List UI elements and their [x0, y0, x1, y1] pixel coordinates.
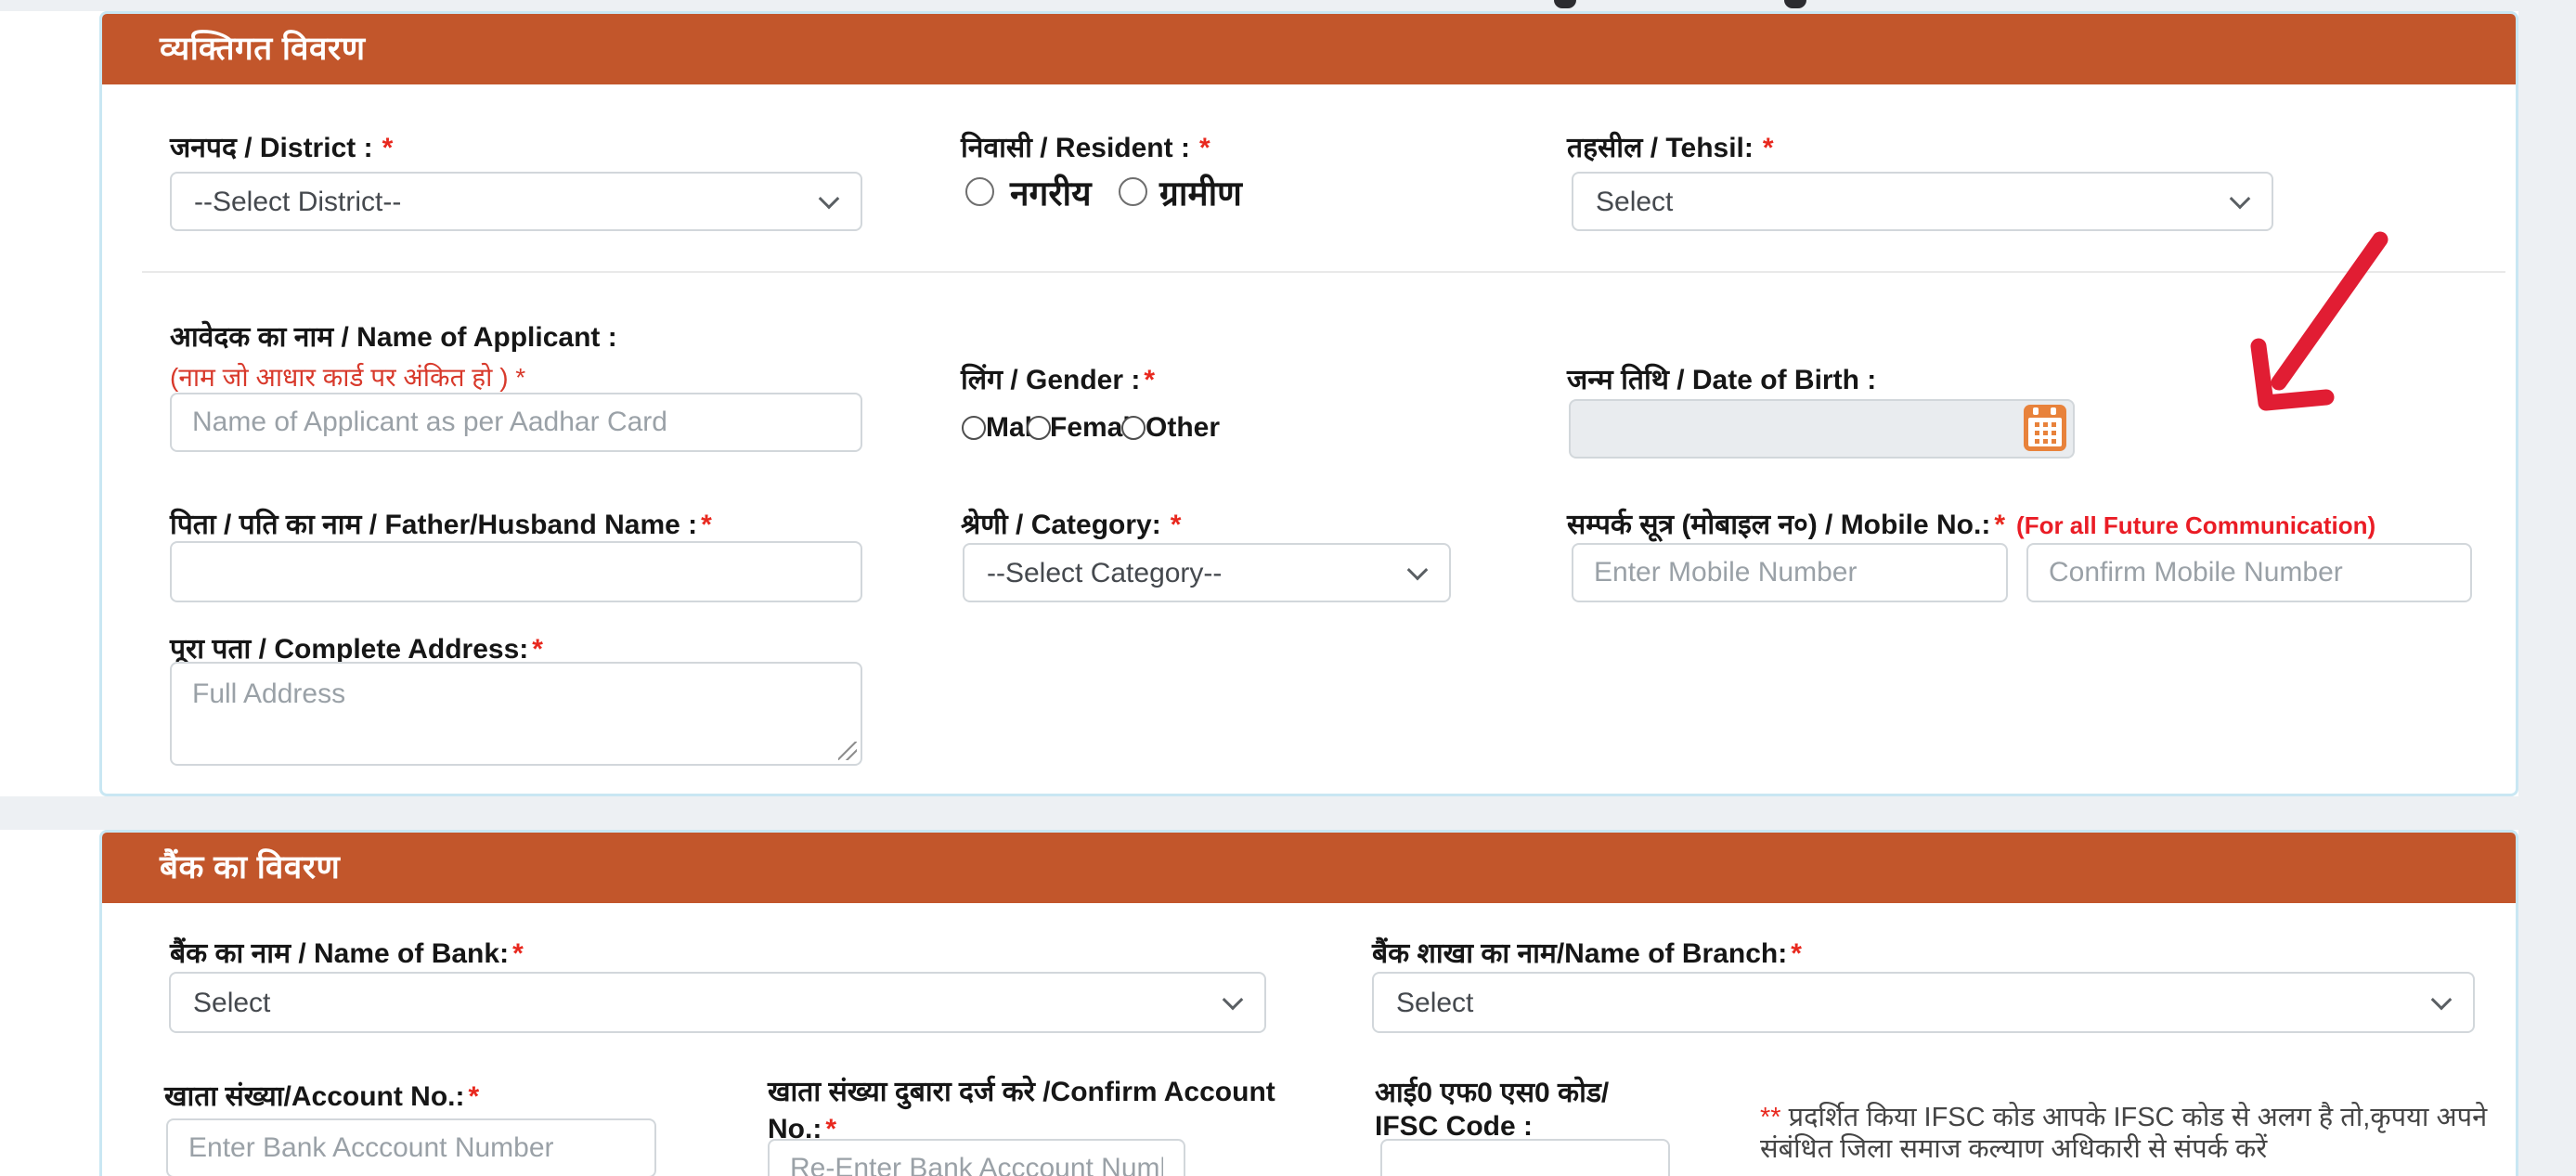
- gender-radio-male[interactable]: [962, 416, 986, 440]
- gender-label: लिंग / Gender : *: [961, 365, 1156, 395]
- gender-radio-other[interactable]: [1121, 416, 1146, 440]
- bank-name-select-wrap: Select: [169, 972, 1266, 1033]
- ifsc-mismatch-note: ** प्रदर्शित किया IFSC कोड आपके IFSC कोड…: [1760, 1102, 2566, 1165]
- required-asterisk: *: [512, 938, 524, 969]
- address-textarea[interactable]: [170, 662, 862, 766]
- applicant-name-label: आवेदक का नाम / Name of Applicant :: [170, 322, 617, 353]
- confirm-account-number-label: खाता संख्या दुबारा दर्ज करे /Confirm Acc…: [768, 1077, 1275, 1144]
- branch-name-select-wrap: Select: [1372, 972, 2475, 1033]
- applicant-name-input[interactable]: [170, 393, 862, 452]
- tehsil-select[interactable]: Select: [1572, 172, 2273, 231]
- required-asterisk: *: [1994, 510, 2006, 540]
- bank-details-header: बैंक का विवरण: [102, 833, 2516, 903]
- bank-name-select[interactable]: Select: [169, 972, 1266, 1033]
- section-gap-strip: [0, 796, 2576, 830]
- gender-radio-female[interactable]: [1027, 416, 1051, 440]
- required-asterisk: *: [1144, 365, 1156, 395]
- mobile-label: सम्पर्क सूत्र (मोबाइल न०) / Mobile No.: *…: [1567, 510, 2376, 540]
- required-asterisk: *: [1170, 510, 1182, 540]
- dob-input[interactable]: [1569, 399, 2075, 459]
- gender-other-label[interactable]: Other: [1146, 412, 1220, 444]
- father-husband-label: पिता / पति का नाम / Father/Husband Name …: [170, 510, 712, 540]
- resident-label: निवासी / Resident : *: [961, 133, 1210, 163]
- district-label: जनपद / District : *: [170, 133, 394, 163]
- required-asterisk: *: [1762, 133, 1774, 163]
- ifsc-code-label-hindi: आई0 एफ0 एस0 कोड/: [1375, 1078, 1610, 1108]
- father-husband-name-input[interactable]: [170, 541, 862, 602]
- address-label: पूरा पता / Complete Address: *: [170, 634, 543, 665]
- tehsil-select-wrap: Select: [1572, 172, 2273, 231]
- aadhar-name-note: (नाम जो आधार कार्ड पर अंकित हो ) *: [170, 363, 526, 392]
- personal-details-section: व्यक्तिगत विवरण जनपद / District : * --Sel…: [99, 11, 2518, 796]
- required-asterisk: *: [1198, 133, 1210, 163]
- mobile-communication-note: (For all Future Communication): [2016, 511, 2376, 539]
- category-label: श्रेणी / Category: *: [961, 510, 1182, 540]
- ifsc-code-input[interactable]: [1380, 1139, 1670, 1176]
- confirm-mobile-number-input[interactable]: [2026, 543, 2472, 602]
- branch-name-label: बैंक शाखा का नाम/Name of Branch: *: [1372, 938, 1802, 969]
- personal-details-title: व्यक्तिगत विवरण: [160, 31, 366, 67]
- bank-details-section: बैंक का विवरण बैंक का नाम / Name of Bank…: [99, 830, 2518, 1176]
- top-background-strip: [0, 0, 2576, 11]
- section-divider: [142, 271, 2505, 273]
- application-form-page: व्यक्तिगत विवरण जनपद / District : * --Sel…: [0, 0, 2576, 1176]
- mobile-number-input[interactable]: [1572, 543, 2008, 602]
- right-background-strip: [2518, 0, 2576, 1176]
- required-asterisk: *: [701, 510, 712, 540]
- dob-label: जन्म तिथि / Date of Birth :: [1567, 365, 1877, 395]
- account-number-label: खाता संख्या/Account No.: *: [164, 1081, 480, 1112]
- required-asterisk: *: [382, 133, 394, 163]
- resident-rural-label[interactable]: ग्रामीण: [1159, 168, 1242, 215]
- required-asterisk: *: [532, 634, 543, 665]
- district-select-wrap: --Select District--: [170, 172, 862, 231]
- required-asterisk: *: [1791, 938, 1802, 969]
- required-asterisk: *: [468, 1081, 480, 1112]
- calendar-icon[interactable]: [2024, 405, 2066, 451]
- personal-details-header: व्यक्तिगत विवरण: [102, 14, 2516, 84]
- resident-radio-urban[interactable]: [965, 177, 994, 206]
- resident-urban-label[interactable]: नगरीय: [1010, 168, 1092, 215]
- category-select-wrap: --Select Category--: [963, 543, 1451, 602]
- confirm-account-number-input[interactable]: [768, 1139, 1185, 1176]
- ifsc-note-text: प्रदर्शित किया IFSC कोड आपके IFSC कोड से…: [1760, 1103, 2488, 1164]
- ifsc-note-marker: **: [1760, 1103, 1781, 1132]
- bank-name-label: बैंक का नाम / Name of Bank: *: [170, 938, 524, 969]
- resident-radio-rural[interactable]: [1119, 177, 1147, 206]
- bank-details-title: बैंक का विवरण: [160, 849, 341, 885]
- branch-name-select[interactable]: Select: [1372, 972, 2475, 1033]
- district-select[interactable]: --Select District--: [170, 172, 862, 231]
- tehsil-label: तहसील / Tehsil: *: [1567, 133, 1774, 163]
- category-select[interactable]: --Select Category--: [963, 543, 1451, 602]
- account-number-input[interactable]: [166, 1118, 656, 1176]
- ifsc-code-label-english: IFSC Code :: [1375, 1111, 1533, 1142]
